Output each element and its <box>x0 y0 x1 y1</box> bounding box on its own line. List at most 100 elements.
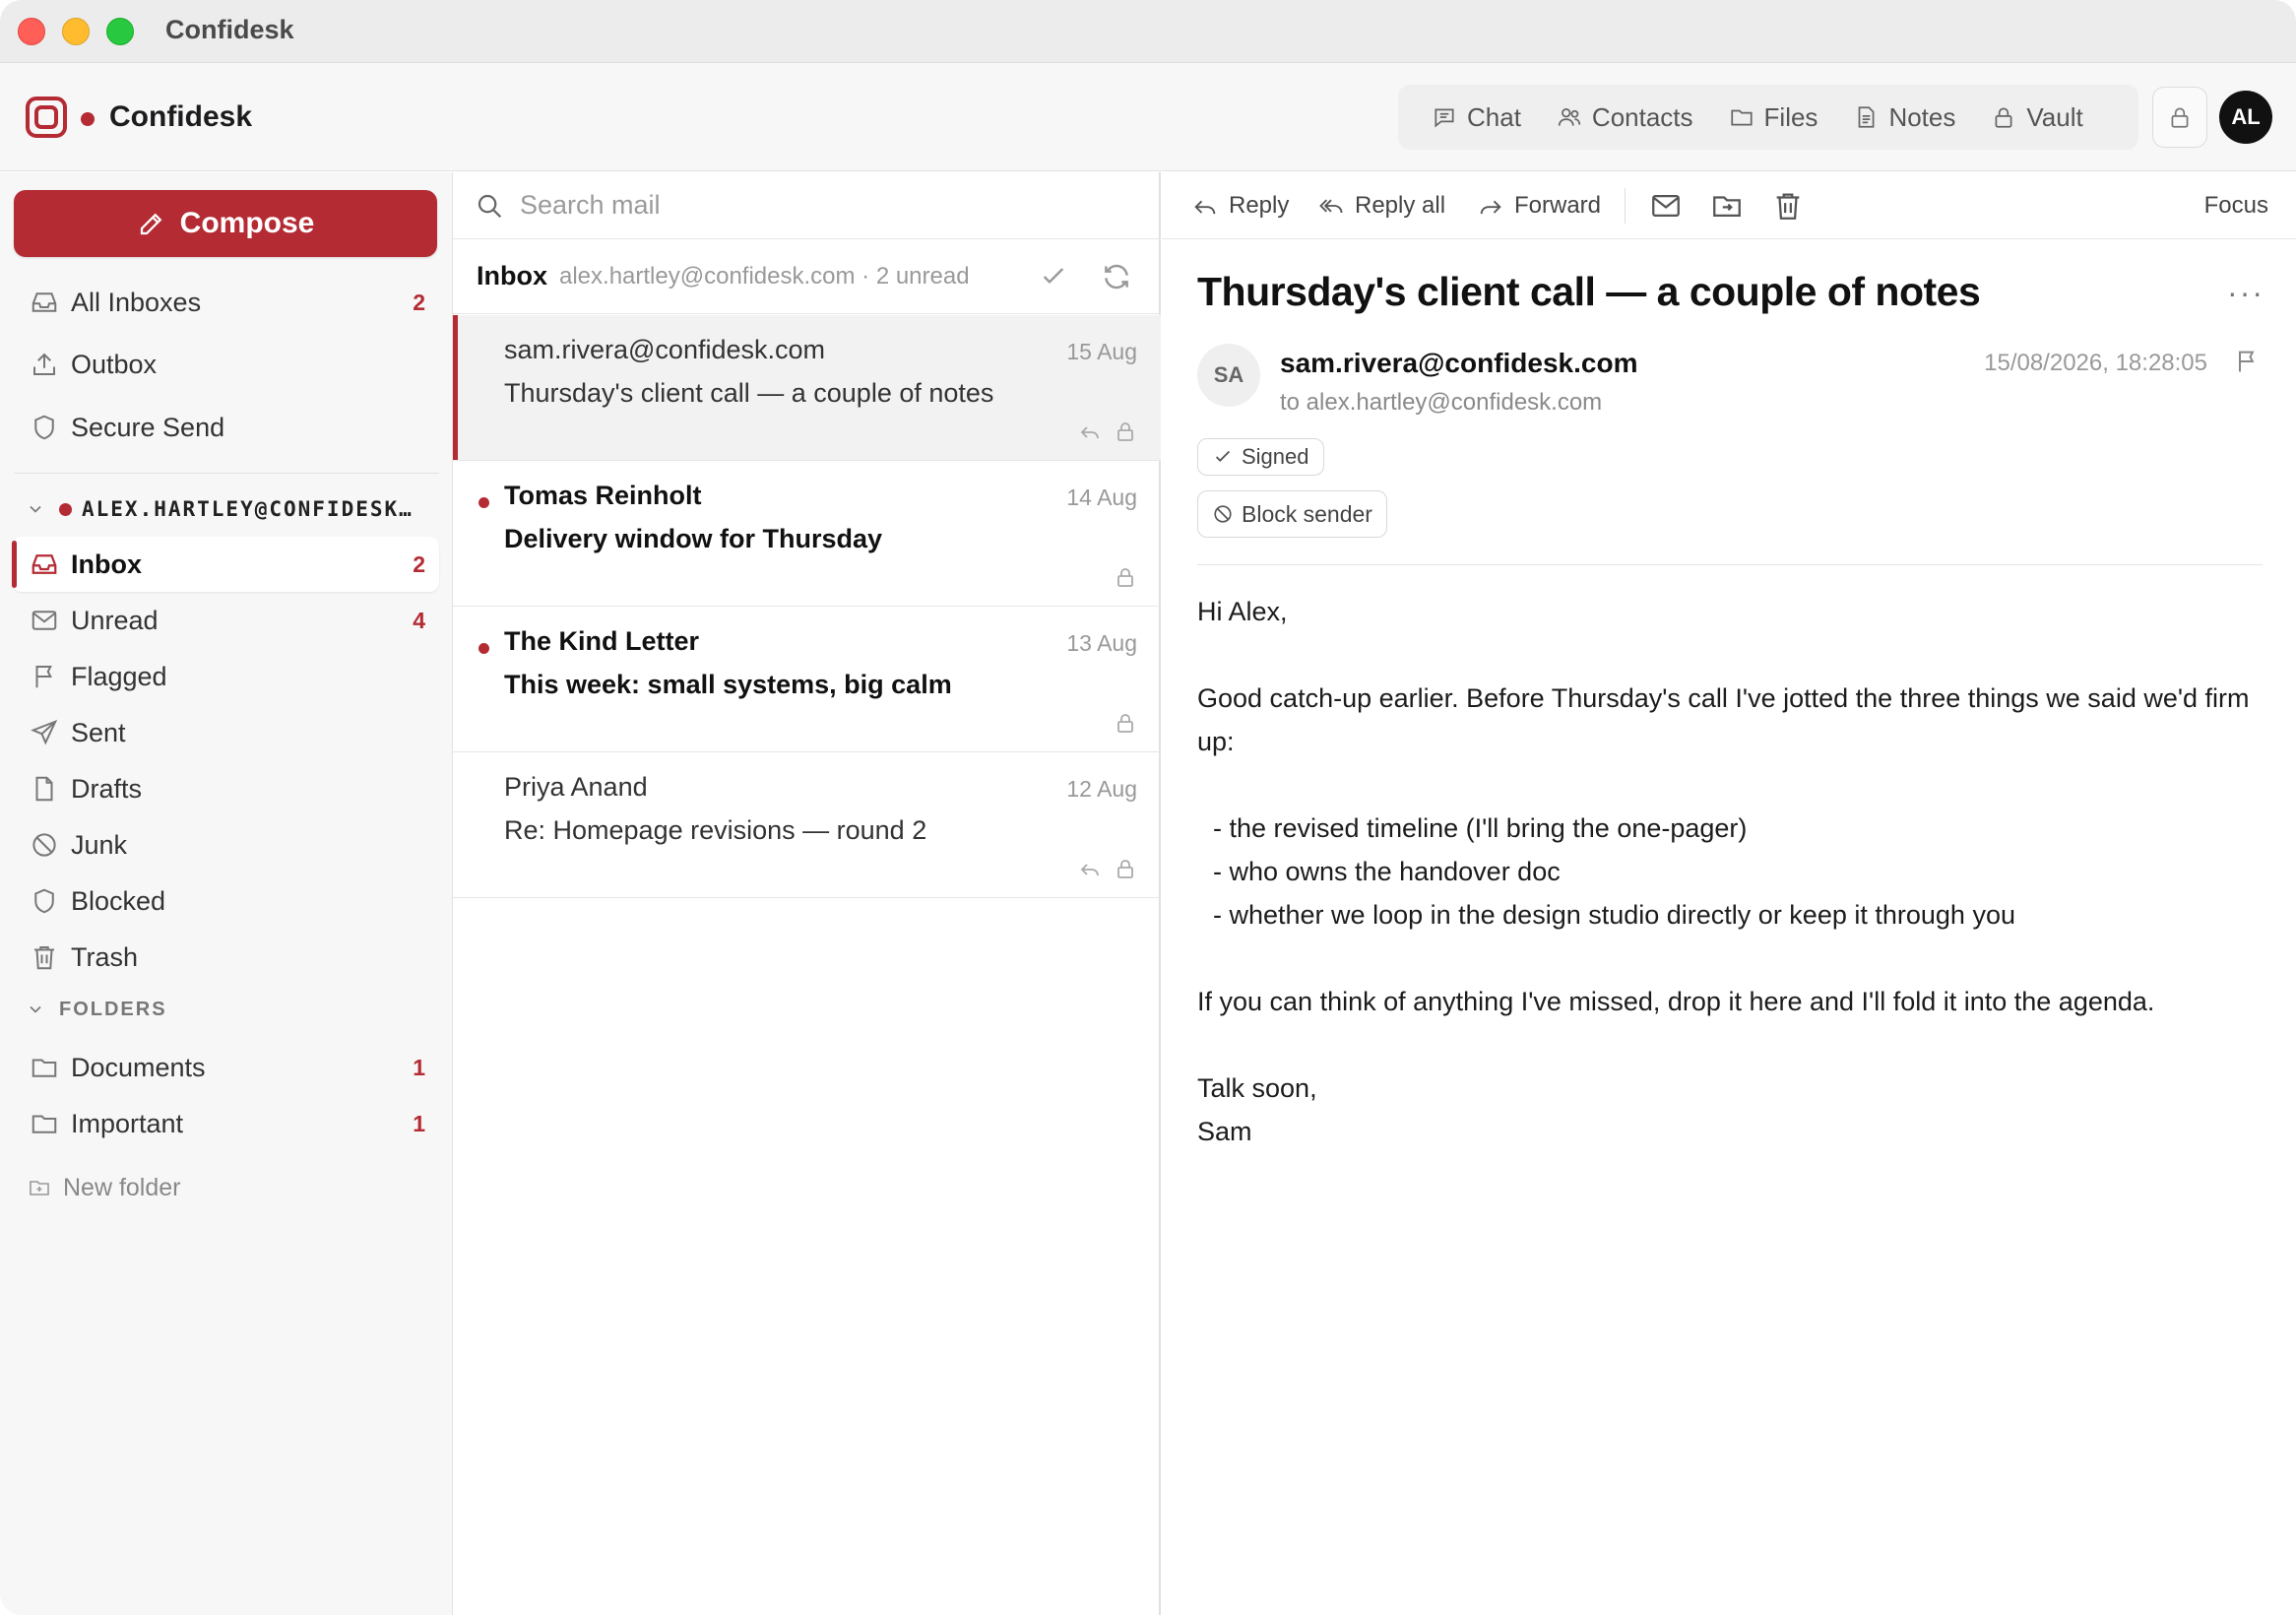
close-window-button[interactable] <box>18 18 45 45</box>
sidebar-item-blocked[interactable]: Blocked <box>12 873 439 929</box>
brand-logo-icon <box>26 97 67 138</box>
ban-icon <box>1214 505 1232 523</box>
nav-files[interactable]: Files <box>1711 93 1836 142</box>
forward-button[interactable]: Forward <box>1477 186 1601 226</box>
account-email: ALEX.HARTLEY@CONFIDESK… <box>82 497 414 521</box>
sidebar-folder-important[interactable]: Important 1 <box>12 1096 439 1151</box>
body-line: Hi Alex, <box>1197 597 1288 626</box>
delete-icon[interactable] <box>1771 189 1805 223</box>
sidebar-item-junk[interactable]: Junk <box>12 817 439 872</box>
nav-contacts[interactable]: Contacts <box>1539 93 1711 142</box>
message-list-pane: Inbox alex.hartley@confidesk.com · 2 unr… <box>453 172 1161 1615</box>
sidebar-item-trash[interactable]: Trash <box>12 930 439 985</box>
body-line: Good catch-up earlier. Before Thursday's… <box>1197 683 2250 756</box>
zoom-window-button[interactable] <box>106 18 134 45</box>
signed-label: Signed <box>1242 444 1309 469</box>
new-folder-button[interactable]: New folder <box>28 1167 181 1208</box>
body-line: If you can think of anything I've missed… <box>1197 987 2155 1016</box>
lock-icon <box>1117 714 1133 733</box>
message-subject: Delivery window for Thursday <box>504 524 883 553</box>
nav-chat-label: Chat <box>1467 101 1521 132</box>
message-subject: Thursday's client call — a couple of not… <box>504 378 994 408</box>
reply-all-icon <box>1319 199 1343 214</box>
message-date: 14 Aug <box>1066 484 1137 510</box>
ban-icon <box>32 833 56 857</box>
sender-address[interactable]: sam.rivera@confidesk.com <box>1280 348 1637 379</box>
minimize-window-button[interactable] <box>62 18 90 45</box>
sidebar-item-label: Sent <box>71 717 126 747</box>
nav-vault[interactable]: Vault <box>1973 93 2100 142</box>
sidebar-item-label: Unread <box>71 605 159 635</box>
inbox-icon <box>32 292 57 312</box>
nav-notes[interactable]: Notes <box>1835 93 1973 142</box>
check-icon <box>1215 450 1231 462</box>
body-line <box>1197 1023 2270 1066</box>
message-row[interactable]: sam.rivera@confidesk.com Thursday's clie… <box>453 315 1161 461</box>
mark-all-read-icon[interactable] <box>1038 261 1069 292</box>
sidebar-item-secure-send[interactable]: Secure Send <box>12 400 439 455</box>
top-nav: Chat Contacts Files Notes Vault <box>1398 85 2138 150</box>
folders-heading-label: FOLDERS <box>59 998 167 1020</box>
title-bar: Confidesk <box>0 0 2296 63</box>
chevron-down-icon <box>30 505 41 513</box>
reply-icon <box>1194 200 1216 215</box>
sidebar-item-all-inboxes[interactable]: All Inboxes 2 <box>12 275 439 330</box>
lock-icon <box>2171 107 2189 128</box>
search-bar <box>453 172 1161 239</box>
nav-notes-label: Notes <box>1888 101 1956 132</box>
message-row[interactable]: Priya Anand Re: Homepage revisions — rou… <box>453 752 1161 898</box>
reply-all-label: Reply all <box>1355 192 1446 219</box>
reply-button[interactable]: Reply <box>1191 186 1289 226</box>
sidebar-item-label: All Inboxes <box>71 287 202 317</box>
folders-heading[interactable]: FOLDERS <box>26 990 167 1029</box>
more-options-icon[interactable]: ··· <box>2227 275 2264 311</box>
sidebar-item-label: Junk <box>71 829 128 860</box>
sidebar-item-unread[interactable]: Unread 4 <box>12 593 439 648</box>
nav-files-label: Files <box>1763 101 1818 132</box>
chevron-down-icon <box>30 1005 41 1013</box>
reply-all-button[interactable]: Reply all <box>1317 186 1445 226</box>
compose-button[interactable]: Compose <box>14 190 437 257</box>
message-from: sam.rivera@confidesk.com <box>504 335 826 364</box>
upload-icon <box>33 353 55 375</box>
sidebar-item-inbox[interactable]: Inbox 2 <box>12 537 439 592</box>
mark-unread-icon[interactable] <box>1649 189 1683 223</box>
nav-vault-label: Vault <box>2026 101 2083 132</box>
account-header[interactable]: ALEX.HARTLEY@CONFIDESK… <box>26 489 439 529</box>
focus-button[interactable]: Focus <box>2204 192 2268 220</box>
sidebar-item-flagged[interactable]: Flagged <box>12 649 439 704</box>
refresh-icon[interactable] <box>1101 261 1132 292</box>
user-avatar[interactable]: AL <box>2219 91 2272 144</box>
sidebar-item-label: Drafts <box>71 773 143 804</box>
sidebar-item-outbox[interactable]: Outbox <box>12 337 439 392</box>
search-input[interactable] <box>520 190 1111 221</box>
nav-chat[interactable]: Chat <box>1414 93 1539 142</box>
sidebar-folder-documents[interactable]: Documents 1 <box>12 1040 439 1095</box>
body-line <box>1197 763 2270 807</box>
message-status-icons <box>1078 857 1137 880</box>
body-line: Talk soon, <box>1197 1073 1317 1103</box>
flag-icon[interactable] <box>2233 348 2261 375</box>
sidebar-item-label: Important <box>71 1108 184 1138</box>
message-timestamp: 15/08/2026, 18:28:05 <box>1984 350 2207 376</box>
block-sender-button[interactable]: Block sender <box>1197 490 1387 538</box>
unread-dot <box>478 643 489 654</box>
sidebar-item-drafts[interactable]: Drafts <box>12 761 439 816</box>
sidebar-item-label: Flagged <box>71 661 167 691</box>
reply-label: Reply <box>1229 192 1290 219</box>
shield-icon <box>34 415 54 440</box>
sidebar-divider <box>14 473 439 474</box>
signed-badge: Signed <box>1197 438 1324 476</box>
folder-icon <box>32 1115 57 1133</box>
sidebar-item-sent[interactable]: Sent <box>12 705 439 760</box>
message-row[interactable]: The Kind Letter This week: small systems… <box>453 607 1161 752</box>
folder-icon <box>32 1059 57 1077</box>
message-row[interactable]: Tomas Reinholt Delivery window for Thurs… <box>453 461 1161 607</box>
shield-icon <box>34 888 54 914</box>
notes-icon <box>1859 106 1875 128</box>
lock-app-button[interactable] <box>2152 87 2207 148</box>
unread-dot <box>478 497 489 508</box>
move-to-folder-icon[interactable] <box>1710 189 1744 223</box>
replied-icon <box>1080 864 1099 876</box>
sender-avatar: SA <box>1197 344 1260 407</box>
